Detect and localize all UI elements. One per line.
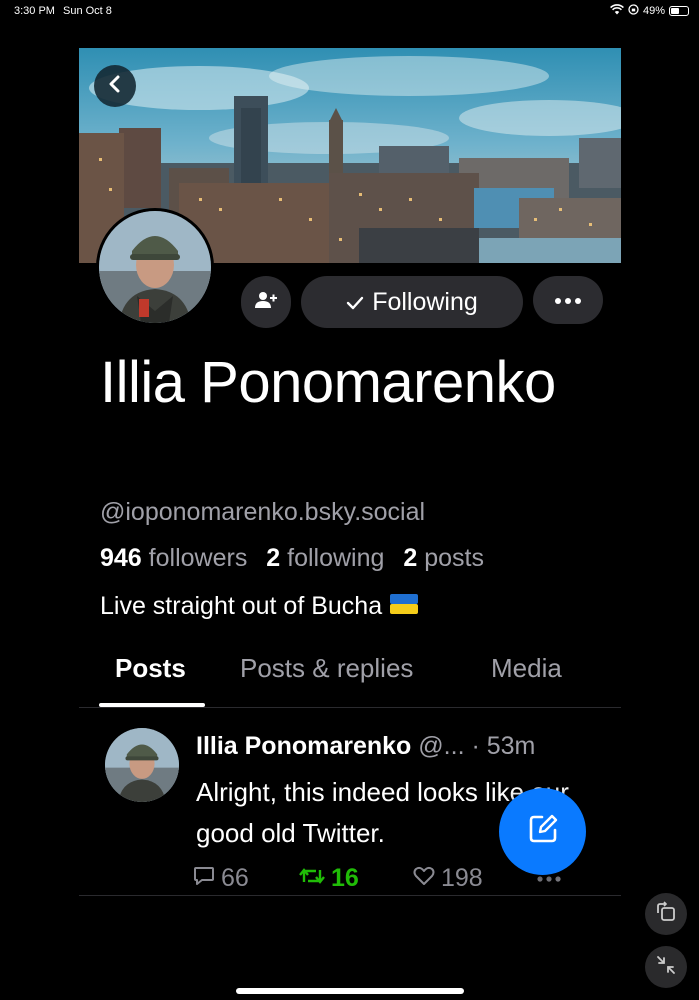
following-count: 2 bbox=[266, 544, 281, 572]
wifi-icon bbox=[610, 4, 624, 18]
repost-button[interactable]: 16 bbox=[299, 864, 359, 893]
repost-icon bbox=[299, 864, 325, 893]
back-button[interactable] bbox=[94, 65, 136, 107]
rotate-icon bbox=[655, 900, 677, 928]
minimize-window-button[interactable] bbox=[645, 946, 687, 988]
profile-actions: Following bbox=[241, 276, 603, 328]
add-user-icon bbox=[255, 291, 277, 314]
post-author-avatar[interactable] bbox=[105, 728, 179, 802]
battery-icon bbox=[669, 6, 689, 16]
profile-tabs: Posts Posts & replies Media bbox=[79, 640, 621, 708]
tab-posts-and-replies[interactable]: Posts & replies bbox=[240, 653, 413, 684]
posts-stat: 2 posts bbox=[403, 544, 484, 572]
repost-count: 16 bbox=[331, 864, 359, 892]
posts-count: 2 bbox=[403, 544, 418, 572]
post-separator: · bbox=[471, 732, 480, 760]
following-button[interactable]: Following bbox=[301, 276, 523, 328]
tab-media[interactable]: Media bbox=[491, 653, 562, 684]
home-indicator[interactable] bbox=[236, 988, 464, 994]
reply-count: 66 bbox=[221, 864, 249, 892]
more-icon bbox=[555, 291, 581, 309]
post-author-name[interactable]: Illia Ponomarenko bbox=[196, 732, 411, 760]
profile-stats: 946 followers 2 following 2 posts bbox=[100, 544, 484, 573]
followers-label: followers bbox=[148, 544, 248, 572]
more-options-button[interactable] bbox=[533, 276, 603, 324]
checkmark-icon bbox=[346, 288, 364, 317]
battery-percent: 49% bbox=[642, 5, 665, 17]
add-user-button[interactable] bbox=[241, 276, 291, 328]
ukraine-flag-emoji bbox=[390, 592, 419, 621]
rotate-screen-button[interactable] bbox=[645, 893, 687, 935]
profile-bio: Live straight out of Bucha bbox=[100, 592, 419, 621]
status-bar: 3:30 PM Sun Oct 8 49% bbox=[0, 0, 699, 22]
tab-posts[interactable]: Posts bbox=[115, 653, 186, 684]
compose-button[interactable] bbox=[499, 788, 586, 875]
heart-icon bbox=[413, 864, 435, 893]
compose-icon bbox=[526, 812, 560, 851]
like-button[interactable]: 198 bbox=[413, 864, 483, 893]
following-label: following bbox=[287, 544, 385, 572]
profile-screen: Following Illia Ponomarenko @ioponomaren… bbox=[79, 48, 621, 898]
reply-icon bbox=[193, 864, 215, 893]
following-button-label: Following bbox=[372, 287, 478, 316]
status-date: Sun Oct 8 bbox=[63, 5, 112, 17]
profile-display-name: Illia Ponomarenko bbox=[100, 350, 556, 415]
like-count: 198 bbox=[441, 864, 483, 892]
profile-avatar[interactable] bbox=[96, 208, 214, 326]
following-stat[interactable]: 2 following bbox=[266, 544, 384, 572]
followers-count: 946 bbox=[100, 544, 142, 572]
followers-stat[interactable]: 946 followers bbox=[100, 544, 247, 572]
orientation-lock-icon bbox=[628, 4, 639, 18]
status-time: 3:30 PM bbox=[14, 5, 55, 17]
profile-handle: @ioponomarenko.bsky.social bbox=[100, 498, 426, 526]
post-timestamp: 53m bbox=[486, 732, 536, 760]
back-icon bbox=[107, 75, 123, 98]
bio-text: Live straight out of Bucha bbox=[100, 592, 383, 620]
post-author-handle[interactable]: @... bbox=[418, 732, 464, 760]
post-header: Illia Ponomarenko @... · 53m bbox=[196, 732, 535, 761]
status-indicators: 49% bbox=[610, 4, 689, 18]
collapse-arrows-icon bbox=[655, 954, 677, 981]
posts-label: posts bbox=[424, 544, 484, 572]
battery-fill bbox=[671, 8, 679, 14]
active-tab-indicator bbox=[99, 703, 205, 707]
reply-button[interactable]: 66 bbox=[193, 864, 249, 893]
